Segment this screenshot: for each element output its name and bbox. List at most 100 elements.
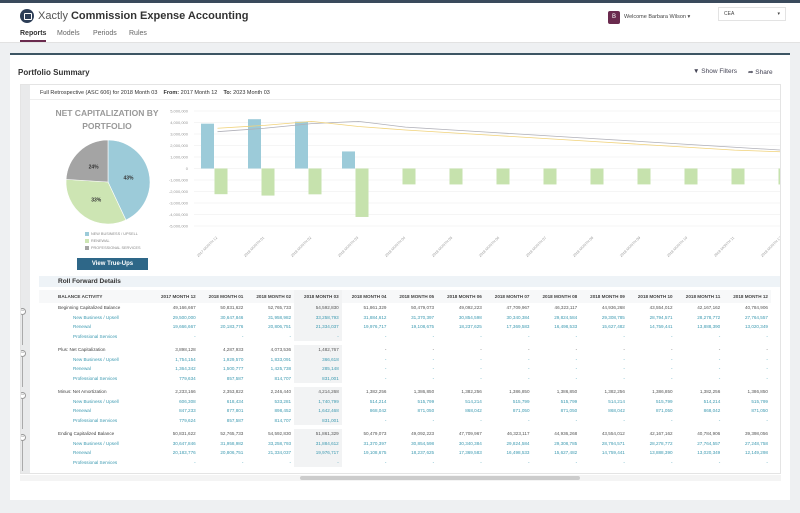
row-group-collapse-toggle[interactable]: − bbox=[21, 308, 29, 345]
bar[interactable] bbox=[355, 168, 369, 217]
bar[interactable] bbox=[731, 168, 745, 185]
bar[interactable] bbox=[637, 168, 651, 185]
row-label[interactable]: Professional Services bbox=[39, 458, 151, 468]
avatar[interactable]: B bbox=[608, 11, 620, 24]
bar[interactable] bbox=[295, 121, 308, 169]
row-group-collapse-toggle[interactable]: − bbox=[21, 392, 29, 429]
pie-title: NET CAPITALIZATION BY PORTFOLIO bbox=[55, 108, 159, 131]
table-cell: 1,500,777 bbox=[222, 366, 244, 372]
tab-models[interactable]: Models bbox=[57, 30, 80, 37]
row-label[interactable]: New Business / Upsell bbox=[39, 313, 151, 323]
pie-slice-label: 43% bbox=[123, 175, 134, 181]
table-cell: - bbox=[671, 347, 673, 353]
table-cell: 19,976,717 bbox=[294, 448, 342, 458]
row-label[interactable]: Professional Services bbox=[39, 416, 151, 426]
bar[interactable] bbox=[778, 168, 782, 185]
row-label[interactable]: New Business / Upsell bbox=[39, 355, 151, 365]
table-cell: - bbox=[432, 347, 435, 353]
x-tick-label: 2017 MONTH 12 bbox=[196, 236, 218, 258]
collapse-icon[interactable]: − bbox=[21, 308, 26, 315]
table-cell: 514,214 bbox=[703, 398, 721, 404]
table-cell: 54,592,830 bbox=[294, 303, 342, 313]
table-cell: - bbox=[527, 333, 530, 339]
bar[interactable] bbox=[684, 168, 698, 185]
table-cell: - bbox=[194, 459, 196, 465]
table-cell: - bbox=[432, 356, 435, 362]
bar[interactable] bbox=[449, 168, 463, 185]
bar[interactable] bbox=[590, 168, 604, 185]
pie-slice[interactable] bbox=[65, 140, 109, 183]
horizontal-scrollbar[interactable] bbox=[20, 475, 781, 481]
table-cell: - bbox=[623, 375, 625, 381]
row-label[interactable]: Renewal bbox=[39, 448, 151, 458]
table-cell: - bbox=[671, 356, 673, 362]
table-cell: - bbox=[766, 459, 768, 465]
bar[interactable] bbox=[496, 168, 510, 185]
table-cell: 831,001 bbox=[294, 373, 342, 383]
row-label[interactable]: New Business / Upsell bbox=[39, 397, 151, 407]
tab-reports[interactable]: Reports bbox=[20, 30, 47, 42]
tab-periods[interactable]: Periods bbox=[93, 30, 117, 37]
row-label: Ending Capitalized Balance bbox=[58, 431, 115, 437]
table-cell: 868,042 bbox=[369, 408, 387, 414]
table-cell: - bbox=[718, 333, 721, 339]
scrollbar-thumb[interactable] bbox=[300, 476, 580, 480]
row-label[interactable]: Renewal bbox=[39, 406, 151, 416]
row-label[interactable]: Renewal bbox=[39, 322, 151, 332]
column-header: 2018 MONTH 09 bbox=[580, 290, 628, 303]
share-button[interactable]: ➦ Share bbox=[748, 68, 773, 76]
bar[interactable] bbox=[308, 168, 322, 195]
bar[interactable] bbox=[214, 168, 228, 195]
show-filters-button[interactable]: ▼ Show Filters bbox=[693, 68, 737, 75]
table-cell: 30,854,598 bbox=[411, 440, 435, 446]
table-cell: - bbox=[766, 333, 768, 339]
table-cell: - bbox=[766, 356, 768, 362]
roll-forward-title: Roll Forward Details bbox=[39, 276, 780, 287]
table-cell: - bbox=[718, 347, 721, 353]
table-cell: 285,148 bbox=[294, 364, 342, 374]
table-cell: 20,183,776 bbox=[220, 324, 244, 330]
bar[interactable] bbox=[201, 123, 214, 169]
view-true-ups-button[interactable]: View True-Ups bbox=[77, 258, 148, 270]
row-label[interactable]: Professional Services bbox=[39, 332, 151, 342]
table-cell: 47,709,967 bbox=[506, 305, 530, 311]
table-cell: 1,382,256 bbox=[461, 389, 482, 395]
bar[interactable] bbox=[261, 168, 275, 196]
table-cell: 42,167,162 bbox=[649, 431, 673, 437]
table-cell: 1,740,799 bbox=[294, 396, 342, 406]
table-cell: - bbox=[718, 375, 721, 381]
table-cell: 33,258,793 bbox=[294, 312, 342, 322]
bar[interactable] bbox=[543, 168, 557, 185]
table-cell: 15,627,482 bbox=[601, 324, 625, 330]
table-cell: 54,592,830 bbox=[268, 431, 292, 437]
table-cell: - bbox=[384, 417, 387, 423]
tab-rules[interactable]: Rules bbox=[129, 30, 147, 37]
user-menu[interactable]: Welcome Barbara Wilson ▾ bbox=[624, 14, 690, 20]
row-group-collapse-toggle[interactable]: − bbox=[21, 434, 29, 471]
table-cell: 43,554,012 bbox=[649, 305, 673, 311]
row-group-collapse-toggle[interactable]: − bbox=[21, 350, 29, 387]
row-label[interactable]: Renewal bbox=[39, 364, 151, 374]
column-header: 2018 MONTH 02 bbox=[246, 290, 295, 303]
table-cell: 1,425,738 bbox=[270, 366, 292, 372]
table-cell: 1,754,154 bbox=[175, 356, 196, 362]
legend-item: RENEWAL bbox=[85, 238, 141, 245]
table-cell: 2,246,440 bbox=[270, 389, 292, 395]
bar[interactable] bbox=[342, 151, 355, 169]
row-label: Plus: Net Capitalization bbox=[58, 347, 106, 353]
collapse-icon[interactable]: − bbox=[21, 350, 26, 357]
column-header: 2018 MONTH 01 bbox=[198, 290, 247, 303]
collapse-icon[interactable]: − bbox=[21, 434, 26, 441]
collapse-icon[interactable]: − bbox=[21, 392, 26, 399]
table-cell: - bbox=[671, 417, 673, 423]
table-cell: - bbox=[671, 333, 673, 339]
table-cell: 31,370,397 bbox=[363, 440, 387, 446]
app-select[interactable]: CEA ▾ bbox=[718, 7, 786, 21]
row-label[interactable]: Professional Services bbox=[39, 374, 151, 384]
row-label[interactable]: New Business / Upsell bbox=[39, 439, 151, 449]
table-row: Renewal 19,666,667 20,183,776 20,806,751 21,… bbox=[39, 322, 771, 332]
x-tick-label: 2018 MONTH 10 bbox=[666, 236, 688, 258]
table-cell: 857,587 bbox=[226, 417, 244, 423]
bar[interactable] bbox=[402, 168, 416, 185]
table-cell: - bbox=[575, 459, 578, 465]
